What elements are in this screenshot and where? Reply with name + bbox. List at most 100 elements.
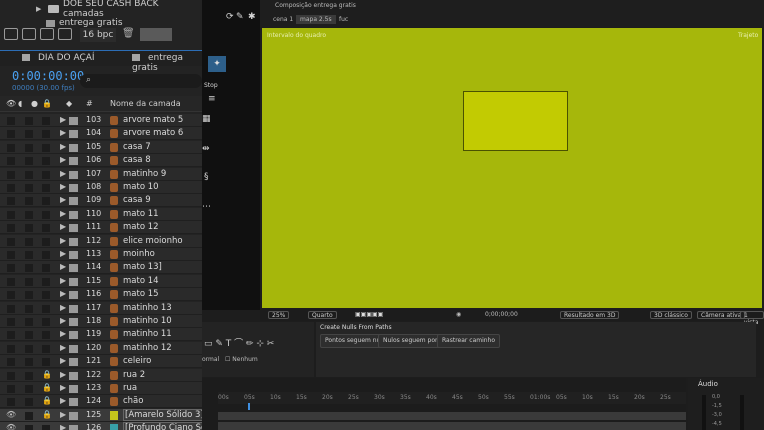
quality-select[interactable]: Quarto [308, 311, 337, 319]
visibility-toggle[interactable] [7, 251, 15, 259]
lock-icon[interactable]: 🔒 [42, 370, 52, 379]
lock-toggle[interactable] [42, 251, 50, 259]
layer-row[interactable]: ▶ 105 casa 7 [0, 140, 202, 154]
pen-tools-icon[interactable]: ▭ ✎ T ⌒ ✏ ⊹ ✂ [204, 336, 274, 349]
layer-row[interactable]: ▶ 115 mato 14 [0, 274, 202, 288]
layer-name[interactable]: matinho 11 [123, 329, 172, 339]
yellow-solid-layer[interactable] [463, 91, 568, 151]
layer-name[interactable]: arvore mato 5 [123, 115, 183, 125]
column-number[interactable]: # [86, 99, 93, 108]
visibility-toggle[interactable] [7, 224, 15, 233]
chevron-right-icon[interactable]: ▶ [60, 383, 66, 392]
project-folder-row[interactable]: ▶ DOE SEU CASH BACK camadas [0, 0, 202, 19]
layer-row[interactable]: 🔒 ▶ 123 rua [0, 382, 202, 395]
layer-name[interactable]: rua 2 [123, 370, 145, 380]
layer-row[interactable]: ▶ 117 matinho 13 [0, 301, 202, 315]
layer-name[interactable]: mato 14 [123, 276, 159, 286]
lock-icon[interactable]: 🔒 [42, 99, 52, 108]
solo-toggle[interactable] [25, 143, 33, 152]
solo-toggle[interactable] [25, 331, 33, 340]
chevron-right-icon[interactable]: ▶ [60, 115, 66, 124]
solo-toggle[interactable] [25, 344, 33, 353]
comp-tab-mapa[interactable]: mapa 2.5s [296, 15, 336, 24]
label-tag-icon[interactable]: ◆ [66, 99, 72, 108]
solo-toggle[interactable] [25, 251, 33, 259]
chevron-right-icon[interactable]: ▶ [60, 316, 66, 325]
solo-toggle[interactable] [25, 291, 33, 300]
column-layer-name[interactable]: Nome da camada [110, 99, 181, 108]
align-icon[interactable]: ≡ [208, 94, 216, 104]
gear-icon[interactable]: ✱ [248, 12, 256, 22]
3d-renderer-select[interactable]: 3D clássico [650, 311, 692, 319]
layer-row[interactable]: ▶ 119 matinho 11 [0, 328, 202, 342]
anchor-icon[interactable]: ⟳ [226, 12, 234, 22]
label-color-swatch[interactable] [69, 385, 78, 393]
playhead[interactable] [248, 403, 250, 410]
visibility-toggle[interactable] [7, 291, 15, 300]
trash-icon[interactable]: 🗑 [122, 28, 135, 41]
composition-viewer[interactable] [262, 28, 762, 308]
interpret-footage-icon[interactable] [4, 28, 18, 40]
distribute-icon[interactable]: ⇹ [202, 144, 210, 154]
visibility-toggle[interactable] [7, 170, 15, 179]
layer-name[interactable]: [Amarelo Sólido 3] [123, 408, 202, 421]
solo-toggle[interactable] [25, 318, 33, 326]
layer-name[interactable]: moinho [123, 249, 155, 259]
label-color-swatch[interactable] [69, 237, 78, 246]
layer-row[interactable]: ▶ 116 mato 15 [0, 288, 202, 302]
lock-toggle[interactable] [42, 304, 50, 313]
label-color-swatch[interactable] [69, 184, 78, 192]
lock-toggle[interactable] [42, 331, 50, 340]
solo-toggle[interactable] [25, 358, 33, 367]
visibility-toggle[interactable] [7, 318, 15, 326]
visibility-toggle[interactable] [7, 371, 15, 380]
lock-icon[interactable]: 🔒 [42, 410, 52, 419]
bpc-button[interactable]: 16 bpc [80, 28, 116, 42]
visibility-toggle[interactable] [7, 277, 15, 286]
render-3d-button[interactable]: Resultado em 3D [560, 311, 620, 319]
timeline-track[interactable] [218, 422, 686, 430]
eye-icon[interactable]: 👁 [6, 99, 16, 108]
label-color-swatch[interactable] [69, 358, 78, 367]
layer-name[interactable]: mato 13] [123, 262, 162, 272]
lock-toggle[interactable] [42, 143, 50, 152]
visibility-toggle[interactable] [7, 210, 15, 219]
lock-toggle[interactable] [42, 344, 50, 353]
layer-row[interactable]: ▶ 110 mato 11 [0, 207, 202, 221]
layer-row[interactable]: 🔒 ▶ 124 chão [0, 395, 202, 409]
solo-toggle[interactable] [25, 184, 33, 192]
solo-toggle[interactable] [25, 385, 33, 393]
label-color-swatch[interactable] [69, 157, 78, 166]
layer-row[interactable]: ▶ 112 elice moionho [0, 234, 202, 248]
layer-name[interactable]: mato 11 [123, 209, 159, 219]
layer-name[interactable]: casa 8 [123, 155, 151, 165]
tab-dia-do-acai[interactable]: DIA DO AÇAÍ [22, 53, 95, 63]
visibility-toggle[interactable] [7, 398, 15, 407]
view-layout-select[interactable]: 1 vista [740, 311, 764, 326]
magic-wand-button[interactable]: ✦ [208, 56, 226, 72]
new-folder-icon[interactable] [22, 28, 36, 40]
chevron-right-icon[interactable]: ▶ [60, 289, 66, 298]
chevron-right-icon[interactable]: ▶ [60, 410, 66, 419]
layer-name[interactable]: elice moionho [123, 236, 183, 246]
layer-name[interactable]: rua [123, 383, 137, 393]
chevron-right-icon[interactable]: ▶ [60, 128, 66, 137]
chevron-right-icon[interactable]: ▶ [60, 142, 66, 151]
visibility-toggle[interactable] [7, 184, 15, 192]
label-color-swatch[interactable] [69, 210, 78, 219]
lock-toggle[interactable] [42, 277, 50, 286]
label-color-swatch[interactable] [69, 318, 78, 326]
solo-icon[interactable]: ● [31, 99, 38, 108]
settings-icon[interactable] [58, 28, 72, 40]
solo-toggle[interactable] [25, 170, 33, 179]
lock-toggle[interactable] [42, 117, 50, 125]
visibility-toggle[interactable] [7, 117, 15, 125]
layer-name[interactable]: mato 12 [123, 222, 159, 232]
layer-name[interactable]: mato 15 [123, 289, 159, 299]
layer-row[interactable]: ▶ 106 casa 8 [0, 154, 202, 168]
label-color-swatch[interactable] [69, 130, 78, 139]
tab-entrega-gratis[interactable]: entrega gratis [132, 53, 202, 73]
dots-icon[interactable]: ⋯ [202, 202, 211, 212]
layer-name[interactable]: [Profundo Ciano Sóli [123, 422, 202, 430]
chevron-right-icon[interactable]: ▶ [60, 276, 66, 285]
